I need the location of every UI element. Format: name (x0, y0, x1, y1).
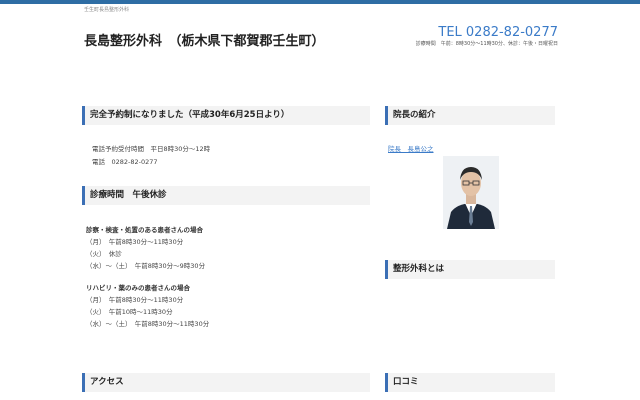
reservation-phone: 電話 0282-82-0277 (92, 158, 158, 166)
director-photo (443, 156, 499, 229)
reservation-hours: 電話予約受付時間 平日8時30分～12時 (92, 145, 211, 153)
schedule-heading: 診療時間 午後休診 (82, 186, 370, 205)
rehab-patients-title: リハビリ・薬のみの患者さんの場合 (86, 284, 190, 292)
reservation-heading: 完全予約制になりました（平成30年6月25日より） (82, 106, 370, 125)
site-title[interactable]: 長島整形外科 （栃木県下都賀郡壬生町） (84, 30, 325, 49)
header-hours: 診療時間 午前：8時30分～11時30分、休診：午後・日曜祝日 (415, 41, 558, 47)
schedule-row: （月） 午前8時30分～11時30分 (86, 296, 184, 304)
reviews-heading: 口コミ (385, 373, 555, 392)
schedule-row: （水）～（土） 午前8時30分～11時30分 (86, 320, 210, 328)
schedule-row: （火） 休診 (86, 250, 122, 258)
schedule-row: （水）～（土） 午前8時30分～9時30分 (86, 262, 206, 270)
top-accent-bar (0, 0, 640, 4)
site-tagline: 壬生町長島整形外科 (84, 7, 130, 13)
schedule-row: （月） 午前8時30分～11時30分 (86, 238, 184, 246)
access-heading: アクセス (82, 373, 370, 392)
schedule-row: （火） 午前10時～11時30分 (86, 308, 173, 316)
director-heading: 院長の紹介 (385, 106, 555, 125)
director-link[interactable]: 院長 長島公之 (388, 143, 434, 153)
header-phone[interactable]: TEL 0282-82-0277 (438, 25, 558, 40)
exam-patients-title: 診察・検査・処置のある患者さんの場合 (86, 226, 203, 234)
orthopedics-heading: 整形外科とは (385, 260, 555, 279)
